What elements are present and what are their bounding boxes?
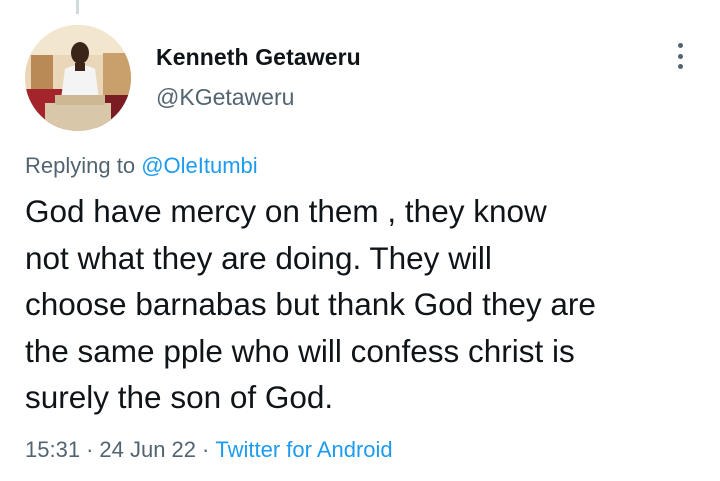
tweet-date[interactable]: 24 Jun 22 [99,437,196,462]
author-handle[interactable]: @KGetaweru [156,84,294,111]
tweet-text: God have mercy on them , they know not w… [25,188,710,421]
tweet-source-link[interactable]: Twitter for Android [215,437,392,462]
tweet-text-line: the same pple who will confess christ is [25,332,575,369]
thread-connector-line [76,0,79,14]
replying-to-line: Replying to @OleItumbi [25,153,258,179]
tweet-text-line: choose barnabas but thank God they are [25,286,596,322]
meta-separator: · [86,437,94,462]
more-dot [677,53,683,59]
avatar[interactable] [25,25,131,131]
avatar-photo [25,25,131,131]
author-name[interactable]: Kenneth Getaweru [156,44,361,71]
tweet-text-line: surely the son of God. [25,379,334,415]
tweet-time[interactable]: 15:31 [25,437,80,462]
tweet-meta: 15:31 · 24 Jun 22 · Twitter for Android [25,437,393,463]
more-vertical-icon[interactable] [668,40,692,72]
more-dot [677,64,683,69]
tweet-text-line: not what they are doing. They will [25,239,492,276]
more-dot [677,43,683,48]
meta-separator: · [202,437,210,462]
tweet-text-line: God have mercy on them , they know [25,193,547,229]
replying-to-label: Replying to [25,153,142,178]
replying-to-mention-link[interactable]: @OleItumbi [141,153,257,178]
